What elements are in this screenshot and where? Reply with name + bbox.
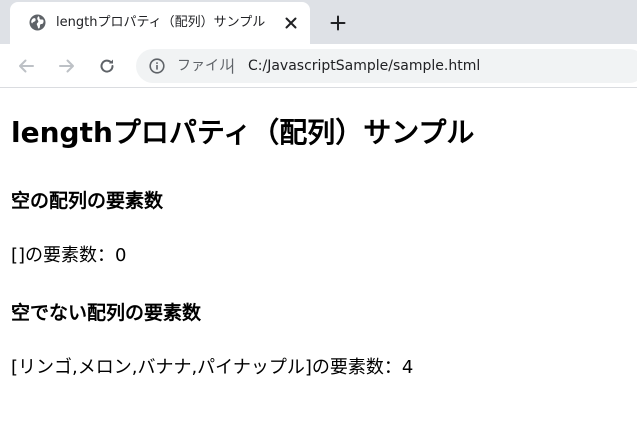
address-bar[interactable]: ファイル | C:/JavascriptSample/sample.html bbox=[136, 49, 637, 83]
back-arrow-icon[interactable] bbox=[14, 54, 38, 78]
url-text[interactable]: C:/JavascriptSample/sample.html bbox=[248, 57, 480, 75]
section-heading-nonempty-array: 空でない配列の要素数 bbox=[11, 302, 202, 324]
tab-strip: lengthプロパティ（配列）サンプル bbox=[0, 0, 637, 44]
close-icon[interactable] bbox=[280, 12, 302, 34]
forward-arrow-icon[interactable] bbox=[55, 54, 79, 78]
browser-tab[interactable]: lengthプロパティ（配列）サンプル bbox=[10, 2, 310, 44]
url-separator: | bbox=[230, 56, 236, 74]
scheme-label: ファイル bbox=[177, 58, 233, 74]
section-result-empty-array: []の要素数：0 bbox=[11, 245, 127, 266]
section-result-nonempty-array: [リンゴ,メロン,バナナ,パイナップル]の要素数：4 bbox=[11, 357, 414, 378]
page-title: lengthプロパティ（配列）サンプル bbox=[11, 116, 475, 149]
page-content: lengthプロパティ（配列）サンプル 空の配列の要素数 []の要素数：0 空で… bbox=[0, 89, 637, 436]
globe-icon bbox=[29, 14, 46, 31]
section-heading-empty-array: 空の配列の要素数 bbox=[11, 190, 164, 212]
info-icon[interactable] bbox=[149, 58, 165, 74]
tab-title: lengthプロパティ（配列）サンプル bbox=[56, 15, 266, 30]
browser-toolbar: ファイル | C:/JavascriptSample/sample.html bbox=[0, 44, 637, 88]
new-tab-plus-icon[interactable] bbox=[325, 10, 351, 36]
reload-icon[interactable] bbox=[95, 54, 119, 78]
